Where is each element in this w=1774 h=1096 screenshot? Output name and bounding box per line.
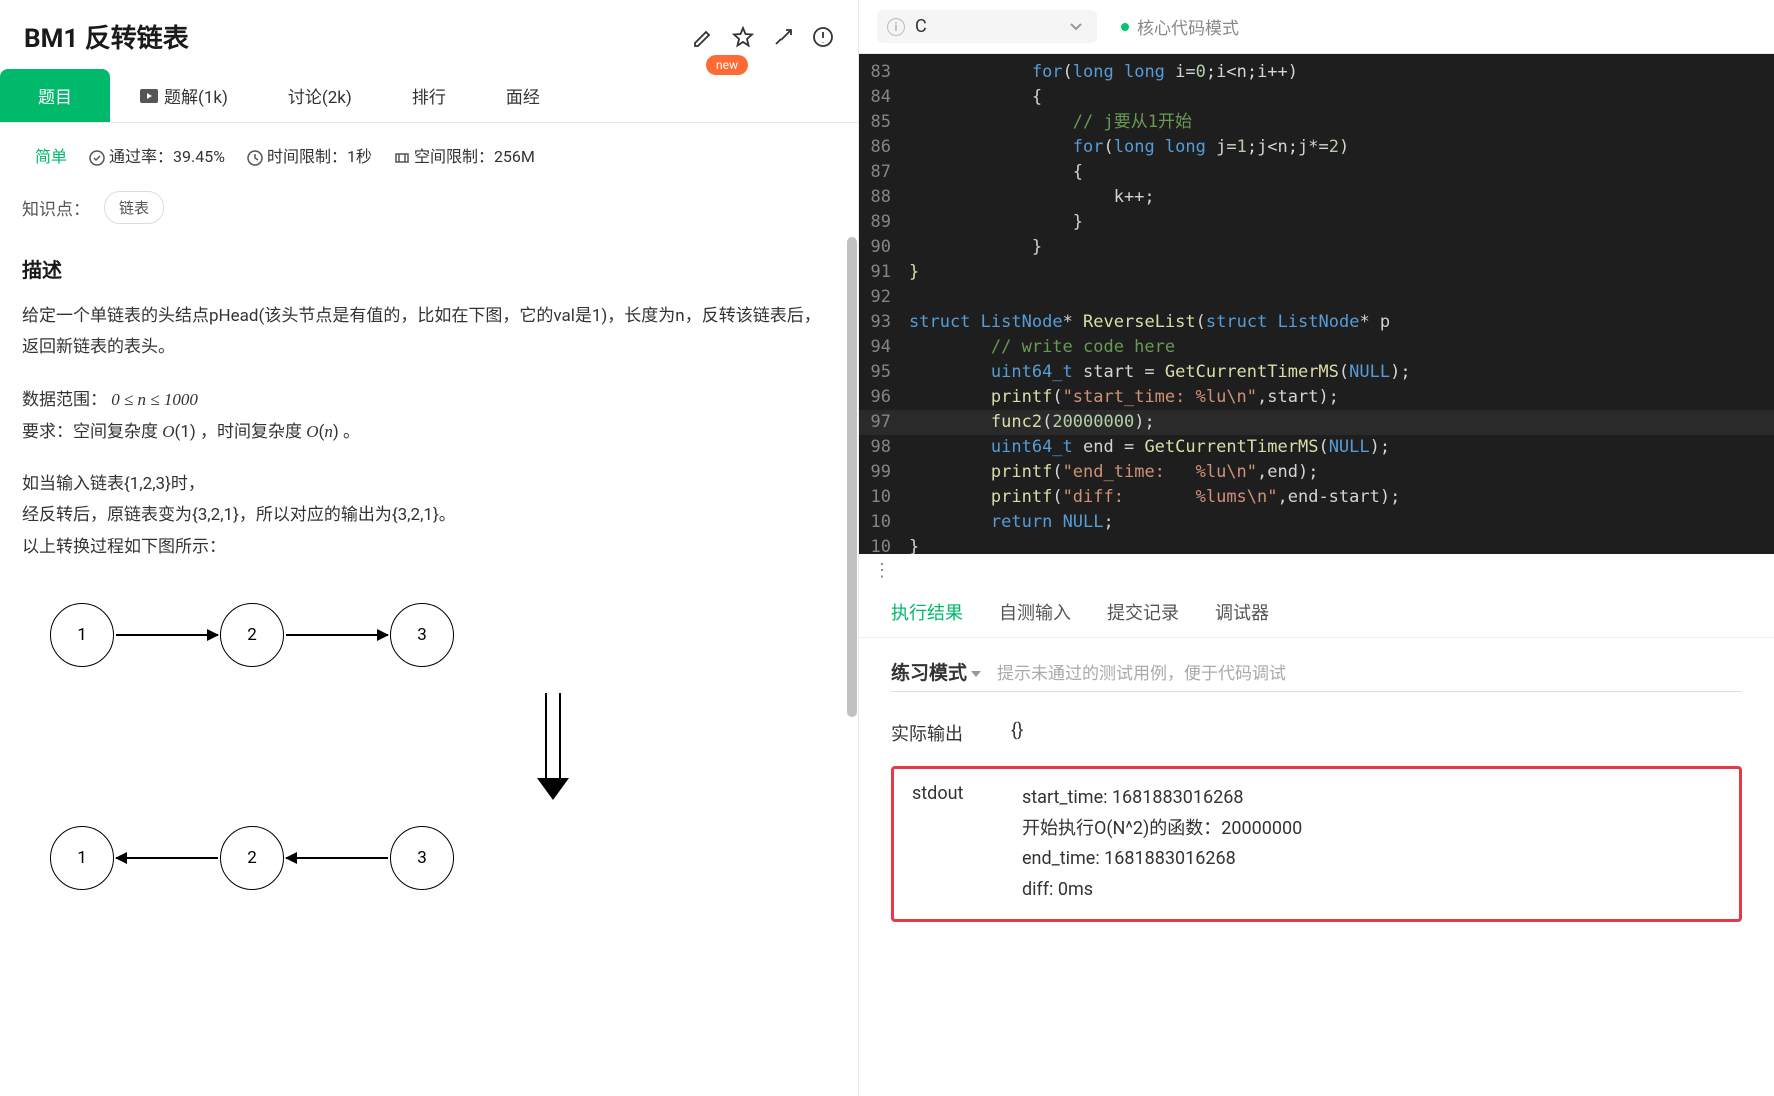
tab-exec-result[interactable]: 执行结果 <box>891 599 963 625</box>
stdout-content: start_time: 1681883016268开始执行O(N^2)的函数：2… <box>1022 783 1721 905</box>
practice-mode-label[interactable]: 练习模式 <box>891 658 981 685</box>
play-icon <box>140 89 158 103</box>
tab-rank[interactable]: 排行 <box>382 69 476 122</box>
desc-p1: 给定一个单链表的头结点pHead(该头节点是有值的，比如在下图，它的val是1)… <box>22 301 836 364</box>
tab-submit-history[interactable]: 提交记录 <box>1107 599 1179 625</box>
desc-p6: 以上转换过程如下图所示： <box>22 532 836 563</box>
new-badge: new <box>706 55 748 75</box>
alert-icon[interactable] <box>812 26 834 48</box>
double-arrow-down-icon <box>270 693 836 800</box>
language-name: C <box>915 16 927 37</box>
node: 1 <box>50 603 114 667</box>
desc-req: 要求：空间复杂度 O(1) ，时间复杂度 O(n) 。 <box>22 416 836 448</box>
diagram: 1 2 3 1 2 3 <box>22 603 836 890</box>
problem-content: 简单 通过率：39.45% 时间限制：1秒 空间限制：256M 知识点： 链表 … <box>0 123 858 1096</box>
node: 1 <box>50 826 114 890</box>
node: 3 <box>390 603 454 667</box>
problem-title: BM1 反转链表 <box>24 18 189 55</box>
more-icon[interactable]: ⋮ <box>859 560 1774 581</box>
edit-icon[interactable] <box>692 26 714 48</box>
node: 2 <box>220 826 284 890</box>
time-limit: 时间限制：1秒 <box>247 143 372 167</box>
stdout-box: stdout start_time: 1681883016268开始执行O(N^… <box>891 766 1742 922</box>
tags-label: 知识点： <box>22 195 90 220</box>
scrollbar[interactable] <box>847 237 857 717</box>
share-icon[interactable] <box>772 26 794 48</box>
pass-rate: 通过率：39.45% <box>89 143 225 167</box>
space-limit: 空间限制：256M <box>394 143 535 167</box>
actual-output-label: 实际输出 <box>891 720 1011 746</box>
arrow-left-icon <box>116 857 218 859</box>
desc-p4: 如当输入链表{1,2,3}时， <box>22 469 836 500</box>
star-icon[interactable] <box>732 26 754 48</box>
arrow-right-icon <box>286 634 388 636</box>
tab-discuss[interactable]: 讨论(2k) <box>258 69 382 122</box>
info-icon: i <box>887 18 905 36</box>
tab-solution[interactable]: 题解(1k) <box>110 69 258 122</box>
actual-output-value: {} <box>1011 720 1023 746</box>
practice-mode-desc: 提示未通过的测试用例，便于代码调试 <box>997 659 1286 684</box>
tab-debugger[interactable]: 调试器 <box>1215 599 1269 625</box>
chevron-down-icon <box>1069 20 1083 34</box>
stdout-label: stdout <box>912 783 1022 905</box>
language-selector[interactable]: i C <box>877 10 1097 43</box>
tab-problem[interactable]: 题目 <box>0 69 110 122</box>
desc-p5: 经反转后，原链表变为{3,2,1}，所以对应的输出为{3,2,1}。 <box>22 500 836 531</box>
description-heading: 描述 <box>22 254 836 283</box>
difficulty-label: 简单 <box>22 143 67 167</box>
tab-interview[interactable]: 面经 <box>476 69 570 122</box>
code-mode: 核心代码模式 <box>1121 14 1239 39</box>
arrow-right-icon <box>116 634 218 636</box>
node: 3 <box>390 826 454 890</box>
code-editor[interactable]: 83 for(long long i=0;i<n;i++)84 {85 // j… <box>859 54 1774 554</box>
node: 2 <box>220 603 284 667</box>
result-tabs: 执行结果 自测输入 提交记录 调试器 <box>859 581 1774 638</box>
status-dot-icon <box>1121 23 1129 31</box>
dropdown-icon <box>971 671 981 677</box>
problem-tabs: 题目 题解(1k) 讨论(2k) 排行 面经 new <box>0 69 858 123</box>
arrow-left-icon <box>286 857 388 859</box>
desc-range: 数据范围： 0 ≤ n ≤ 1000 <box>22 384 836 416</box>
tab-self-test[interactable]: 自测输入 <box>999 599 1071 625</box>
tag-item[interactable]: 链表 <box>104 191 164 224</box>
